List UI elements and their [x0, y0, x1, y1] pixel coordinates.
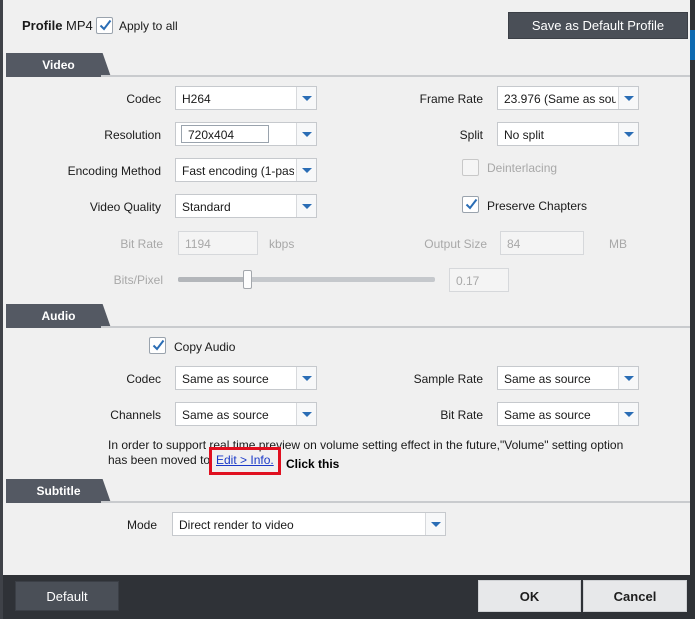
video-quality-label: Video Quality [89, 200, 161, 214]
bits-pixel-slider-thumb[interactable] [243, 270, 253, 289]
video-codec-value: H264 [182, 92, 211, 106]
subtitle-mode-dropdown[interactable]: Direct render to video [172, 512, 446, 536]
split-label: Split [459, 128, 483, 142]
deinterlacing-label: Deinterlacing [487, 161, 558, 175]
ok-button[interactable]: OK [478, 580, 581, 612]
audio-bit-rate-value: Same as source [504, 408, 591, 422]
sample-rate-label: Sample Rate [413, 372, 483, 386]
resolution-value: 720x404 [188, 128, 235, 142]
bits-pixel-label: Bits/Pixel [113, 273, 163, 287]
audio-section-title: Audio [6, 304, 111, 328]
chevron-down-icon [618, 87, 638, 109]
audio-codec-dropdown[interactable]: Same as source [175, 366, 317, 390]
audio-bit-rate-dropdown[interactable]: Same as source [497, 402, 639, 426]
subtitle-section-title: Subtitle [6, 479, 111, 503]
video-section-title: Video [6, 53, 111, 77]
chevron-down-icon [618, 403, 638, 425]
volume-info-line2: has been moved to [108, 453, 211, 467]
apply-to-all-checkbox[interactable] [96, 17, 113, 34]
chevron-down-icon [296, 159, 316, 181]
frame-rate-label: Frame Rate [419, 92, 483, 106]
copy-audio-label: Copy Audio [174, 340, 236, 354]
video-quality-dropdown[interactable]: Standard [175, 194, 317, 218]
bit-rate-label: Bit Rate [120, 237, 163, 251]
window-edge [690, 0, 695, 619]
encoding-method-label: Encoding Method [67, 164, 161, 178]
checkmark-icon [152, 339, 165, 351]
bits-pixel-value: 0.17 [449, 268, 509, 292]
split-value: No split [504, 128, 545, 142]
checkmark-icon [465, 198, 478, 210]
chevron-down-icon [425, 513, 445, 535]
chevron-down-icon [296, 367, 316, 389]
bits-pixel-slider-track[interactable] [178, 277, 435, 282]
video-section-header: Video [6, 53, 691, 77]
audio-codec-label: Codec [126, 372, 161, 386]
chevron-down-icon [296, 195, 316, 217]
video-codec-dropdown[interactable]: H264 [175, 86, 317, 110]
chevron-down-icon [296, 123, 316, 145]
audio-bit-rate-label: Bit Rate [440, 408, 483, 422]
frame-rate-value: 23.976 (Same as source) [504, 92, 616, 106]
channels-dropdown[interactable]: Same as source [175, 402, 317, 426]
checkmark-icon [99, 19, 112, 31]
default-button[interactable]: Default [15, 581, 119, 611]
channels-value: Same as source [182, 408, 269, 422]
resolution-dropdown[interactable]: 720x404 [175, 122, 317, 146]
encoding-method-dropdown[interactable]: Fast encoding (1-pass) [175, 158, 317, 182]
click-this-annotation: Click this [286, 457, 340, 471]
resolution-label: Resolution [104, 128, 161, 142]
output-size-input[interactable]: 84 [500, 231, 584, 255]
output-size-unit: MB [609, 237, 627, 251]
save-as-default-profile-button[interactable]: Save as Default Profile [508, 12, 688, 39]
resolution-input[interactable]: 720x404 [181, 125, 269, 143]
highlight-box [209, 447, 281, 475]
cancel-button[interactable]: Cancel [583, 580, 687, 612]
channels-label: Channels [110, 408, 161, 422]
encoding-method-value: Fast encoding (1-pass) [182, 164, 294, 178]
copy-audio-checkbox[interactable] [149, 337, 166, 354]
profile-label: Profile [22, 18, 63, 33]
profile-settings-dialog: Profile MP4 Apply to all Save as Default… [0, 0, 693, 619]
preserve-chapters-label: Preserve Chapters [487, 199, 588, 213]
split-dropdown[interactable]: No split [497, 122, 639, 146]
audio-section-header: Audio [6, 304, 691, 328]
bits-pixel-slider-fill [178, 277, 248, 282]
video-quality-value: Standard [182, 200, 231, 214]
apply-to-all-label: Apply to all [119, 19, 178, 33]
frame-rate-dropdown[interactable]: 23.976 (Same as source) [497, 86, 639, 110]
subtitle-mode-label: Mode [126, 518, 157, 532]
dialog-footer: Default OK Cancel [3, 575, 693, 619]
volume-info-line1: In order to support real time preview on… [108, 438, 624, 452]
chevron-down-icon [296, 87, 316, 109]
sample-rate-dropdown[interactable]: Same as source [497, 366, 639, 390]
video-codec-label: Codec [126, 92, 161, 106]
audio-codec-value: Same as source [182, 372, 269, 386]
chevron-down-icon [296, 403, 316, 425]
sample-rate-value: Same as source [504, 372, 591, 386]
bit-rate-unit: kbps [269, 237, 295, 251]
profile-format: MP4 [66, 18, 93, 33]
subtitle-section-header: Subtitle [6, 479, 691, 503]
chevron-down-icon [618, 367, 638, 389]
output-size-label: Output Size [424, 237, 487, 251]
preserve-chapters-checkbox[interactable] [462, 196, 479, 213]
edge-accent [690, 30, 695, 60]
chevron-down-icon [618, 123, 638, 145]
subtitle-mode-value: Direct render to video [179, 518, 294, 532]
bit-rate-input[interactable]: 1194 [178, 231, 258, 255]
deinterlacing-checkbox[interactable] [462, 159, 479, 176]
